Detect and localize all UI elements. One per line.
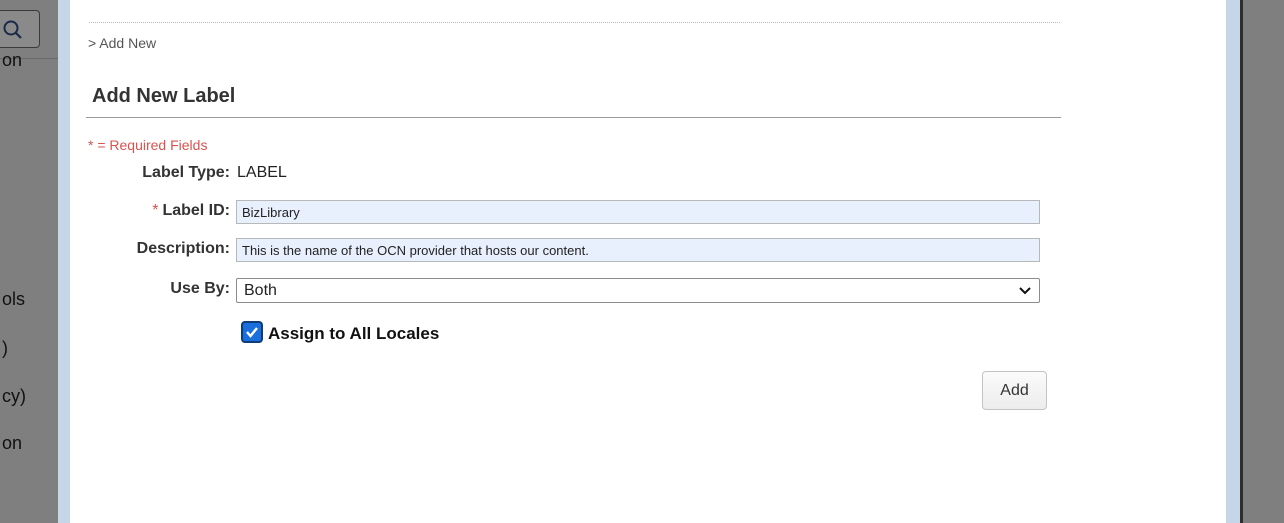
search-icon: [3, 20, 22, 39]
background-page-right: [1243, 0, 1284, 523]
required-fields-note: * = Required Fields: [88, 137, 208, 153]
background-text-fragment: cy): [2, 386, 26, 406]
page-title: Add New Label: [92, 85, 236, 107]
description-label: Description:: [136, 240, 230, 257]
chevron-down-icon: [1019, 287, 1031, 295]
modal-right-border: [1226, 0, 1240, 523]
use-by-label: Use By:: [170, 280, 230, 297]
add-label-dialog: > Add New Add New Label * = Required Fie…: [70, 0, 1212, 523]
label-id-label: * Label ID:: [152, 202, 230, 220]
use-by-selected-value: Both: [244, 282, 277, 299]
modal-right-margin: [1212, 0, 1226, 523]
assign-all-locales-label[interactable]: Assign to All Locales: [268, 324, 439, 344]
label-id-input[interactable]: [236, 200, 1040, 224]
label-id-label-text: Label ID:: [162, 202, 230, 219]
background-text-fragment: on: [2, 433, 23, 453]
label-type-value: LABEL: [237, 164, 287, 181]
checkmark-icon: [246, 327, 258, 338]
divider: [89, 22, 1060, 23]
search-button[interactable]: [0, 10, 40, 48]
background-text-fragment: ols: [2, 289, 26, 309]
add-button[interactable]: Add: [982, 371, 1047, 410]
description-input[interactable]: [236, 238, 1040, 262]
modal-left-border: [58, 0, 70, 523]
breadcrumb: > Add New: [88, 35, 157, 51]
label-type-label: Label Type:: [142, 164, 230, 181]
title-divider: [86, 117, 1061, 118]
background-page-left: on ols ) cy) on: [0, 0, 58, 523]
background-text-fragment: on: [2, 50, 23, 70]
required-mark: *: [152, 202, 159, 219]
assign-all-locales-checkbox[interactable]: [241, 321, 263, 343]
background-text-fragment: ): [2, 338, 8, 358]
use-by-select[interactable]: Both: [236, 278, 1040, 303]
